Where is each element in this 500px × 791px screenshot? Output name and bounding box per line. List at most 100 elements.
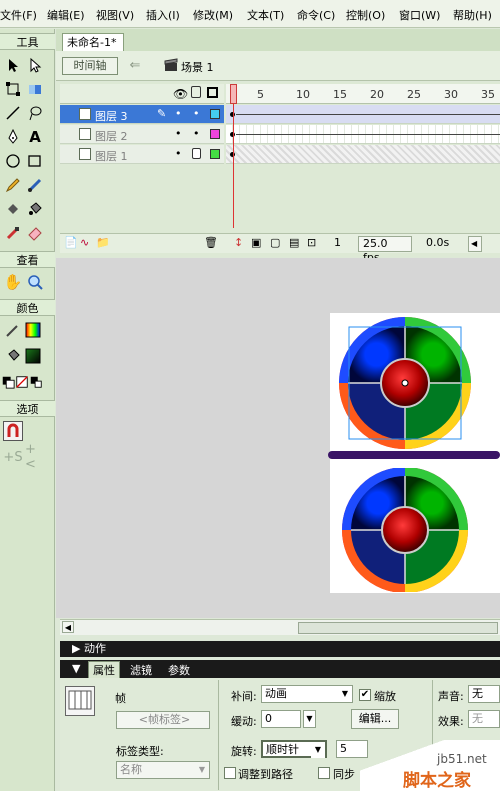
ease-input[interactable]: 0 (261, 710, 301, 728)
lock-dot[interactable]: • (193, 107, 200, 120)
color-wheel-bottom[interactable] (338, 468, 472, 592)
menu-edit[interactable]: 编辑(E) (47, 7, 85, 23)
hand-tool-icon[interactable]: ✋ (3, 272, 23, 292)
gradient-transform-tool-icon[interactable] (25, 79, 45, 99)
layer-locked-icon[interactable] (192, 148, 201, 159)
no-color-icon[interactable] (15, 372, 29, 392)
label-type-select[interactable]: 名称 ▼ (116, 761, 210, 779)
add-guide-layer-icon[interactable]: ∿ (80, 236, 89, 249)
selection-tool-icon[interactable] (3, 55, 23, 75)
menu-window[interactable]: 窗口(W) (399, 7, 440, 23)
stage-horizontal-scrollbar[interactable]: ◀ (60, 619, 500, 635)
pencil-tool-icon[interactable] (3, 175, 23, 195)
menu-insert[interactable]: 插入(I) (146, 7, 180, 23)
subselection-tool-icon[interactable] (25, 55, 45, 75)
stroke-color-swatch[interactable] (23, 320, 43, 340)
pen-tool-icon[interactable] (3, 127, 23, 147)
eyedropper-tool-icon[interactable] (3, 223, 23, 243)
modify-onion-markers-icon[interactable]: ⊡ (307, 236, 316, 249)
sound-select[interactable]: 无 (468, 685, 500, 703)
outline-all-icon[interactable] (207, 87, 218, 98)
eraser-tool-icon[interactable] (25, 223, 45, 243)
playhead[interactable] (230, 84, 237, 104)
straighten-icon[interactable]: +< (25, 442, 45, 472)
fill-color-swatch[interactable] (23, 346, 43, 366)
ink-bottle-tool-icon[interactable] (3, 199, 23, 219)
orient-to-path-checkbox[interactable] (224, 767, 236, 779)
frame-ruler[interactable]: 1 5 10 15 20 25 30 35 (226, 84, 500, 104)
oval-tool-icon[interactable] (3, 151, 23, 171)
scroll-left-arrow-icon[interactable]: ◀ (62, 621, 74, 633)
text-tool-icon[interactable]: A (25, 127, 45, 147)
sync-checkbox[interactable] (318, 767, 330, 779)
tween-select[interactable]: 动画 ▼ (261, 685, 353, 703)
fill-color-icon[interactable] (3, 346, 23, 366)
delete-layer-icon[interactable]: 🗑 (204, 236, 218, 249)
timeline-toggle-button[interactable]: 时间轴 (62, 57, 118, 75)
add-folder-icon[interactable]: 📁 (96, 236, 110, 249)
add-layer-icon[interactable]: 📄 (64, 236, 78, 249)
paint-bucket-tool-icon[interactable] (25, 199, 45, 219)
edit-bar (56, 51, 500, 81)
outline-color-box[interactable] (210, 129, 220, 139)
tab-parameters[interactable]: 参数 (168, 662, 190, 678)
stroke-color-icon[interactable] (3, 320, 23, 340)
outline-color-box[interactable] (210, 149, 220, 159)
edit-multiple-frames-icon[interactable]: ▤ (289, 236, 299, 249)
tab-properties[interactable]: 属性 (88, 661, 120, 679)
outline-color-box[interactable] (210, 109, 220, 119)
visible-dot[interactable]: • (175, 107, 182, 120)
smooth-icon[interactable]: +S (3, 447, 23, 467)
center-frame-icon[interactable]: ↕ (234, 236, 243, 249)
frame-row-layer-1[interactable] (226, 145, 500, 164)
ease-slider-arrow[interactable]: ▼ (303, 710, 316, 728)
zoom-tool-icon[interactable] (25, 272, 45, 292)
menu-commands[interactable]: 命令(C) (297, 7, 335, 23)
frame-rate[interactable]: 25.0 fps (358, 236, 412, 264)
stage-divider-line[interactable] (328, 451, 500, 459)
frame-row-layer-3[interactable] (226, 105, 500, 124)
snap-to-objects-icon[interactable] (3, 421, 23, 441)
layer-row-2[interactable]: 图层 2 • • (60, 125, 224, 144)
visible-dot[interactable]: • (175, 147, 182, 160)
effect-select[interactable]: 无 (468, 710, 500, 728)
black-white-icon[interactable] (1, 372, 15, 392)
scale-checkbox[interactable]: ✔ (359, 689, 371, 701)
edit-ease-button[interactable]: 编辑... (351, 709, 399, 729)
tween-value: 动画 (265, 687, 287, 700)
visible-dot[interactable]: • (175, 127, 182, 140)
color-wheel-top[interactable] (338, 316, 472, 450)
rotate-select[interactable]: 顺时针 ▼ (261, 740, 327, 758)
swap-colors-icon[interactable] (29, 372, 43, 392)
menu-file[interactable]: 文件(F) (0, 7, 37, 23)
ruler-label: 5 (257, 88, 264, 101)
menu-view[interactable]: 视图(V) (96, 7, 134, 23)
layer-row-3[interactable]: 图层 3 ✎ • • (60, 105, 224, 124)
lock-all-icon[interactable] (191, 86, 201, 98)
document-tab[interactable]: 未命名-1* (62, 33, 124, 51)
show-hide-all-icon[interactable]: 👁 (173, 87, 188, 101)
back-arrow-icon[interactable]: ⇐ (126, 57, 144, 75)
chevron-down-icon: ▼ (195, 762, 209, 778)
layer-row-1[interactable]: 图层 1 • (60, 145, 224, 164)
rectangle-tool-icon[interactable] (25, 151, 45, 171)
frame-row-layer-2[interactable] (226, 125, 500, 144)
free-transform-tool-icon[interactable] (3, 79, 23, 99)
menu-modify[interactable]: 修改(M) (193, 7, 233, 23)
menu-control[interactable]: 控制(O) (346, 7, 385, 23)
menu-text[interactable]: 文本(T) (247, 7, 284, 23)
lasso-tool-icon[interactable] (25, 103, 45, 123)
tab-filters[interactable]: 滤镜 (130, 662, 152, 678)
frame-label-input[interactable]: <帧标签> (116, 711, 210, 729)
line-tool-icon[interactable] (3, 103, 23, 123)
collapse-arrow-icon[interactable]: ▼ (72, 662, 80, 675)
actions-panel-header[interactable]: ▶ 动作 (60, 641, 500, 657)
lock-dot[interactable]: • (193, 127, 200, 140)
menu-help[interactable]: 帮助(H) (453, 7, 492, 23)
scrollbar-thumb[interactable] (298, 622, 498, 634)
layer-icon (79, 148, 91, 160)
onion-outline-icon[interactable]: ▢ (270, 236, 280, 249)
brush-tool-icon[interactable] (25, 175, 45, 195)
onion-skin-icon[interactable]: ▣ (251, 236, 261, 249)
timeline-scroll-left[interactable]: ◀ (468, 236, 482, 252)
